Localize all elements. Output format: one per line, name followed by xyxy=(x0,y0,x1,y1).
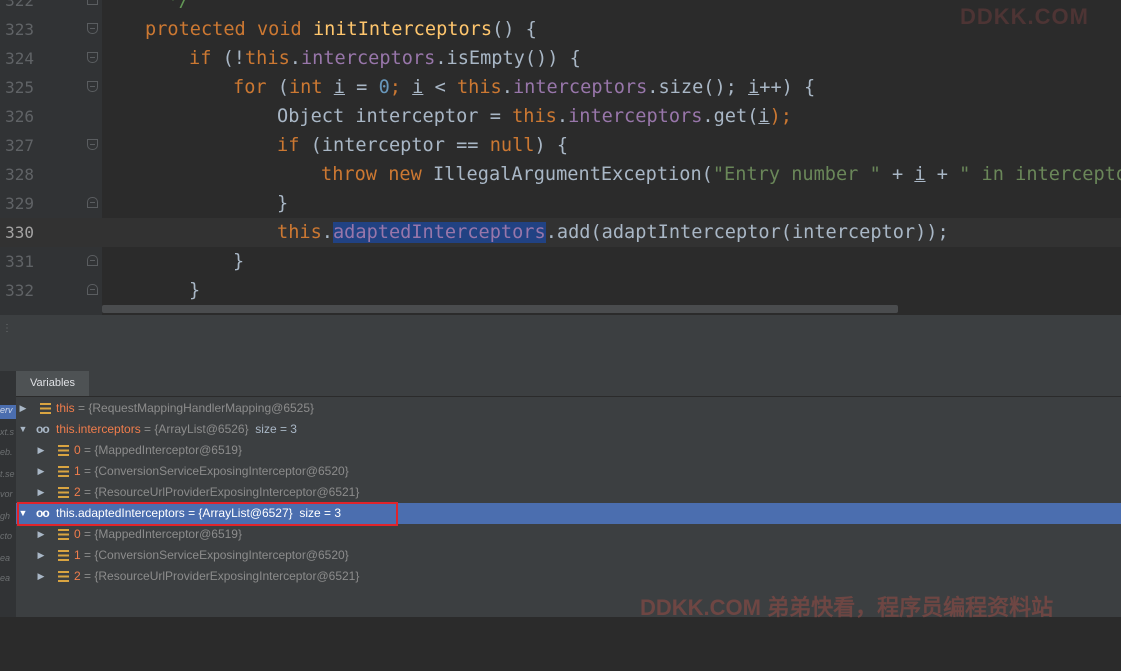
field-icon xyxy=(58,550,69,561)
field-icon xyxy=(58,445,69,456)
frame-item[interactable]: gh xyxy=(0,511,16,525)
expand-arrow-icon[interactable]: ▶ xyxy=(18,398,28,419)
fold-icon[interactable] xyxy=(87,81,98,92)
field-icon xyxy=(58,529,69,540)
variable-row[interactable]: ▶ this = {RequestMappingHandlerMapping@6… xyxy=(16,398,1121,419)
code-line[interactable]: 323 protected void initInterceptors() { xyxy=(0,15,1121,44)
horizontal-scrollbar[interactable] xyxy=(102,305,898,313)
current-code-line[interactable]: 330 this.adaptedInterceptors.add(adaptIn… xyxy=(0,218,1121,247)
expand-arrow-icon[interactable]: ▶ xyxy=(36,461,46,482)
fold-icon[interactable] xyxy=(87,52,98,63)
expand-arrow-icon[interactable]: ▶ xyxy=(36,566,46,587)
fold-icon[interactable] xyxy=(87,284,98,295)
code-editor[interactable]: DDKK.COM 322 */ 323 protected void initI… xyxy=(0,0,1121,315)
variables-tab-strip: Variables xyxy=(16,371,1121,397)
line-number: 322 xyxy=(5,0,34,10)
line-number: 325 xyxy=(5,78,34,97)
line-number: 326 xyxy=(5,107,34,126)
line-number: 330 xyxy=(0,218,34,247)
code-line[interactable]: 329 } xyxy=(0,189,1121,218)
variable-row[interactable]: ▶ 2 = {ResourceUrlProviderExposingInterc… xyxy=(16,482,1121,503)
frame-item[interactable]: eb. xyxy=(0,447,16,461)
fold-icon[interactable] xyxy=(87,139,98,150)
line-number: 324 xyxy=(5,49,34,68)
debug-panel: erv xt.s eb. t.se vor gh cto ea ea Varia… xyxy=(0,343,1121,617)
frame-item[interactable]: ea xyxy=(0,573,16,587)
expand-arrow-icon[interactable]: ▶ xyxy=(36,482,46,503)
method-declaration: protected void initInterceptors() { xyxy=(145,19,537,40)
frame-item[interactable]: erv xyxy=(0,405,16,419)
frame-item[interactable]: cto xyxy=(0,531,16,545)
line-number: 328 xyxy=(5,165,34,184)
watermark-bottom: DDKK.COM 弟弟快看，程序员编程资料站 xyxy=(640,595,1054,620)
fold-icon[interactable] xyxy=(87,23,98,34)
variable-row[interactable]: ▶ 1 = {ConversionServiceExposingIntercep… xyxy=(16,545,1121,566)
debug-toolbar: ⋮ xyxy=(0,315,1121,344)
fold-icon[interactable] xyxy=(87,255,98,266)
grip-icon[interactable]: ⋮ xyxy=(2,323,12,334)
frame-item[interactable]: vor xyxy=(0,489,16,503)
fold-icon[interactable] xyxy=(87,0,98,5)
frame-item[interactable]: ea xyxy=(0,553,16,567)
code-line[interactable]: 325 for (int i = 0; i < this.interceptor… xyxy=(0,73,1121,102)
expand-arrow-icon[interactable]: ▶ xyxy=(36,524,46,545)
field-icon xyxy=(58,466,69,477)
variable-row[interactable]: ▶ 1 = {ConversionServiceExposingIntercep… xyxy=(16,461,1121,482)
line-number: 329 xyxy=(5,194,34,213)
line-number: 327 xyxy=(5,136,34,155)
tab-variables[interactable]: Variables xyxy=(16,371,90,396)
code-line[interactable]: 326 Object interceptor = this.intercepto… xyxy=(0,102,1121,131)
field-icon xyxy=(40,403,51,414)
code-line[interactable]: 324 if (!this.interceptors.isEmpty()) { xyxy=(0,44,1121,73)
frames-strip[interactable]: erv xt.s eb. t.se vor gh cto ea ea xyxy=(0,371,16,617)
code-line[interactable]: 327 if (interceptor == null) { xyxy=(0,131,1121,160)
code-line[interactable]: 332 } xyxy=(0,276,1121,305)
code-line[interactable]: 331 } xyxy=(0,247,1121,276)
frame-item[interactable]: xt.s xyxy=(0,427,16,441)
selected-identifier: adaptedInterceptors xyxy=(332,222,546,243)
expand-arrow-icon[interactable]: ▶ xyxy=(36,440,46,461)
line-number: 331 xyxy=(5,252,34,271)
variable-row[interactable]: ▶ 2 = {ResourceUrlProviderExposingInterc… xyxy=(16,566,1121,587)
code-line[interactable]: 322 */ xyxy=(0,0,1121,15)
fold-icon[interactable] xyxy=(87,197,98,208)
field-icon xyxy=(58,571,69,582)
variable-row[interactable]: ▶ 0 = {MappedInterceptor@6519} xyxy=(16,524,1121,545)
highlight-annotation xyxy=(17,502,398,526)
watch-icon: oo xyxy=(36,422,50,436)
expand-arrow-icon[interactable]: ▶ xyxy=(36,545,46,566)
line-number: 323 xyxy=(5,20,34,39)
line-number: 332 xyxy=(5,281,34,300)
code-line[interactable]: 328 throw new IllegalArgumentException("… xyxy=(0,160,1121,189)
collapse-arrow-icon[interactable]: ▼ xyxy=(18,419,28,440)
frame-item[interactable]: t.se xyxy=(0,469,16,483)
field-icon xyxy=(58,487,69,498)
variable-row[interactable]: ▶ 0 = {MappedInterceptor@6519} xyxy=(16,440,1121,461)
variable-row[interactable]: ▼ oo this.interceptors = {ArrayList@6526… xyxy=(16,419,1121,440)
